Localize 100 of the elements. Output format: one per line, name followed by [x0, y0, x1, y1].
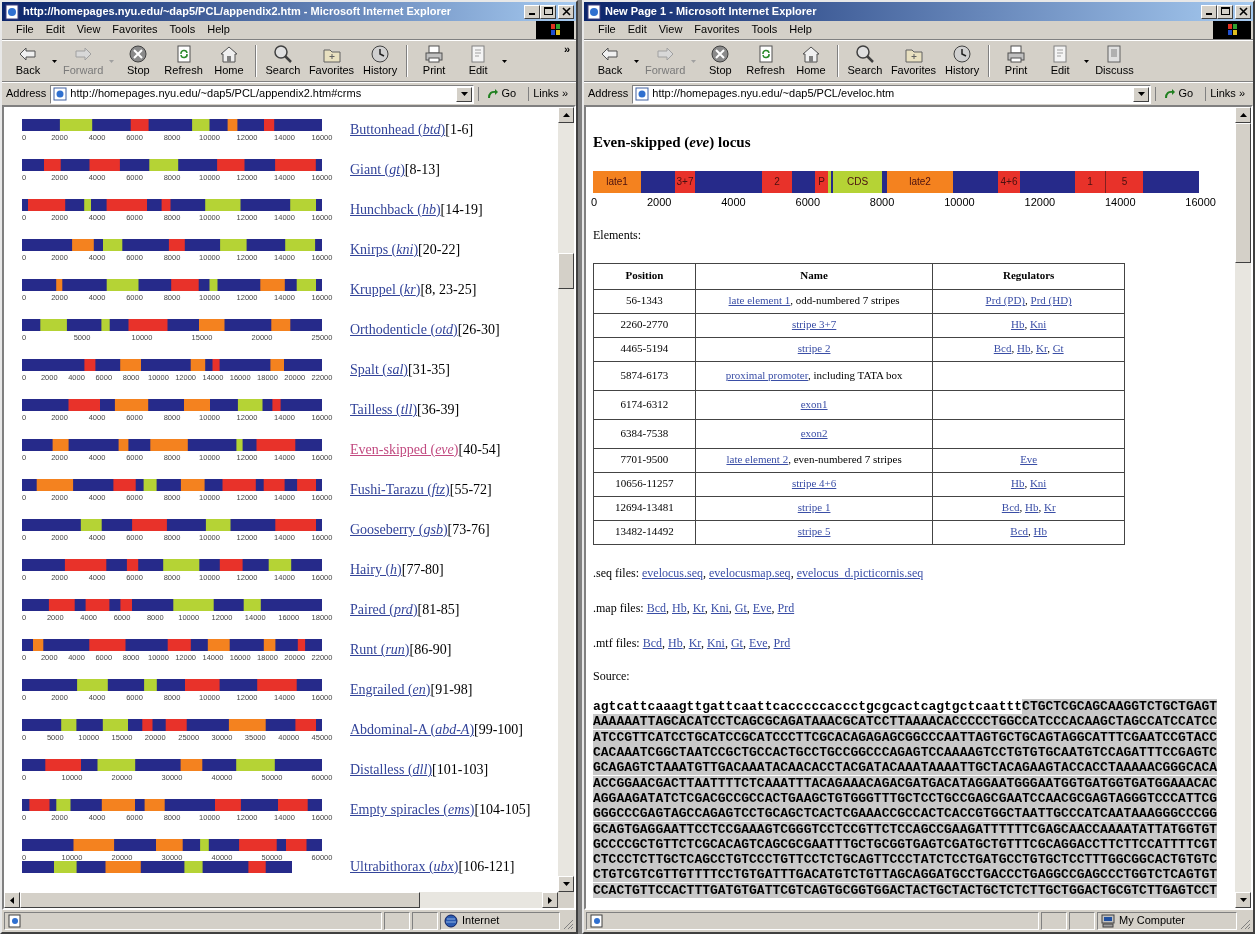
- toolbar-button[interactable]: Edit: [1038, 43, 1083, 79]
- toolbar-button[interactable]: Print: [412, 43, 457, 79]
- gene-link[interactable]: Gooseberry (gsb): [350, 522, 448, 539]
- link[interactable]: exon2: [800, 427, 828, 439]
- gene-link[interactable]: Knirps (kni): [350, 242, 419, 259]
- link[interactable]: Prd (HD): [1030, 294, 1072, 307]
- link[interactable]: Kni: [1029, 318, 1047, 331]
- link[interactable]: Eve: [1020, 453, 1038, 466]
- toolbar-button[interactable]: Search: [260, 43, 305, 79]
- vertical-scrollbar[interactable]: [1235, 107, 1251, 908]
- go-button[interactable]: Go: [1155, 87, 1202, 101]
- gene-link[interactable]: Engrailed (en): [350, 682, 431, 699]
- caret-icon[interactable]: [502, 59, 508, 63]
- caret-icon[interactable]: [52, 59, 57, 63]
- gene-link[interactable]: Paired (prd): [350, 602, 418, 619]
- gene-link[interactable]: Hunchback (hb): [350, 202, 441, 219]
- scroll-up-button[interactable]: [1235, 107, 1251, 123]
- caret-icon[interactable]: [634, 59, 639, 63]
- link[interactable]: Bcd: [993, 342, 1012, 355]
- link[interactable]: stripe 2: [797, 342, 831, 355]
- link[interactable]: Hb: [672, 600, 687, 615]
- menu-item[interactable]: Help: [201, 23, 236, 37]
- link[interactable]: Bcd: [642, 636, 662, 651]
- scroll-down-button[interactable]: [558, 876, 574, 892]
- gene-link[interactable]: Hairy (h): [350, 562, 402, 579]
- link[interactable]: Kni: [710, 600, 729, 615]
- toolbar-button[interactable]: Stop: [698, 43, 743, 79]
- vertical-scrollbar[interactable]: [558, 107, 574, 892]
- maximize-button[interactable]: [540, 4, 556, 19]
- link[interactable]: Prd: [773, 636, 791, 651]
- toolbar-button[interactable]: History: [940, 43, 985, 79]
- address-field[interactable]: http://homepages.nyu.edu/~dap5/PCL/appendix2.htm#crms: [50, 84, 475, 104]
- links-button[interactable]: Links »: [528, 87, 572, 101]
- link[interactable]: Kr: [1035, 342, 1048, 355]
- resize-grip-icon[interactable]: [1239, 918, 1251, 930]
- close-button[interactable]: [558, 4, 574, 19]
- gene-link[interactable]: Giant (gt): [350, 162, 405, 179]
- link[interactable]: Kni: [1029, 477, 1047, 490]
- link[interactable]: Prd: [777, 600, 795, 615]
- horizontal-scrollbar[interactable]: [4, 892, 574, 908]
- menu-item[interactable]: Favorites: [106, 23, 164, 37]
- gene-link[interactable]: Distalless (dll): [350, 762, 433, 779]
- scroll-down-button[interactable]: [1235, 892, 1251, 908]
- link[interactable]: Hb: [1033, 525, 1048, 538]
- link[interactable]: exon1: [800, 398, 828, 410]
- link[interactable]: proximal promoter: [725, 369, 808, 381]
- gene-link[interactable]: Even-skipped (eve): [350, 442, 459, 459]
- gene-link[interactable]: Tailless (tll): [350, 402, 418, 419]
- link[interactable]: Kr: [692, 600, 705, 615]
- menu-item[interactable]: View: [652, 23, 689, 37]
- scroll-thumb[interactable]: [20, 892, 420, 908]
- toolbar-button[interactable]: Discuss: [1091, 43, 1138, 79]
- toolbar-button[interactable]: Search: [842, 43, 887, 79]
- maximize-button[interactable]: [1217, 4, 1233, 19]
- toolbar-button[interactable]: Refresh: [742, 43, 789, 79]
- toolbar-button[interactable]: Favorites: [304, 43, 359, 79]
- minimize-button[interactable]: [524, 4, 540, 19]
- gene-link[interactable]: Runt (run): [350, 642, 410, 659]
- link[interactable]: Kr: [1044, 501, 1056, 514]
- close-button[interactable]: [1235, 4, 1251, 19]
- menu-item[interactable]: Tools: [163, 23, 202, 37]
- dropdown-button[interactable]: [456, 86, 473, 102]
- menu-item[interactable]: File: [592, 23, 622, 37]
- address-field[interactable]: http://homepages.nyu.edu/~dap5/PCL/eveloc.htm: [632, 84, 1152, 104]
- menu-item[interactable]: Edit: [621, 23, 653, 37]
- link[interactable]: Kni: [706, 636, 725, 651]
- dropdown-button[interactable]: [1133, 86, 1150, 102]
- go-button[interactable]: Go: [478, 87, 525, 101]
- link[interactable]: Eve: [748, 636, 768, 651]
- menu-item[interactable]: Help: [783, 23, 818, 37]
- toolbar-button[interactable]: Stop: [116, 43, 161, 79]
- link[interactable]: stripe 5: [797, 525, 831, 538]
- gene-link[interactable]: Spalt (sal): [350, 362, 408, 379]
- scroll-up-button[interactable]: [558, 107, 574, 123]
- link[interactable]: Gt: [734, 600, 747, 615]
- link[interactable]: Bcd: [646, 600, 666, 615]
- menu-item[interactable]: Edit: [39, 23, 71, 37]
- toolbar-button[interactable]: Home: [788, 43, 833, 79]
- links-button[interactable]: Links »: [1205, 87, 1249, 101]
- toolbar-button[interactable]: Home: [206, 43, 251, 79]
- gene-link[interactable]: Abdominal-A (abd-A): [350, 722, 475, 739]
- toolbar-button[interactable]: Print: [994, 43, 1039, 79]
- menu-item[interactable]: Tools: [745, 23, 784, 37]
- scroll-left-button[interactable]: [4, 892, 20, 908]
- scroll-thumb[interactable]: [1235, 123, 1251, 263]
- toolbar-button[interactable]: Back: [6, 43, 50, 79]
- toolbar-button[interactable]: Back: [588, 43, 632, 79]
- gene-link[interactable]: Orthodenticle (otd): [350, 322, 458, 339]
- link[interactable]: stripe 1: [797, 501, 831, 514]
- gene-link[interactable]: Ultrabithorax (ubx): [350, 859, 459, 876]
- link[interactable]: Bcd: [1001, 501, 1020, 514]
- link[interactable]: stripe 4+6: [791, 477, 837, 490]
- link[interactable]: evelocusmap.seq: [709, 565, 791, 580]
- gene-link[interactable]: Buttonhead (btd): [350, 122, 446, 139]
- link[interactable]: Gt: [1052, 342, 1064, 355]
- gene-link[interactable]: Empty spiracles (ems): [350, 802, 475, 819]
- toolbar-button[interactable]: Edit: [456, 43, 501, 79]
- gene-link[interactable]: Kruppel (kr): [350, 282, 421, 299]
- link[interactable]: Eve: [752, 600, 772, 615]
- link[interactable]: stripe 3+7: [791, 318, 837, 331]
